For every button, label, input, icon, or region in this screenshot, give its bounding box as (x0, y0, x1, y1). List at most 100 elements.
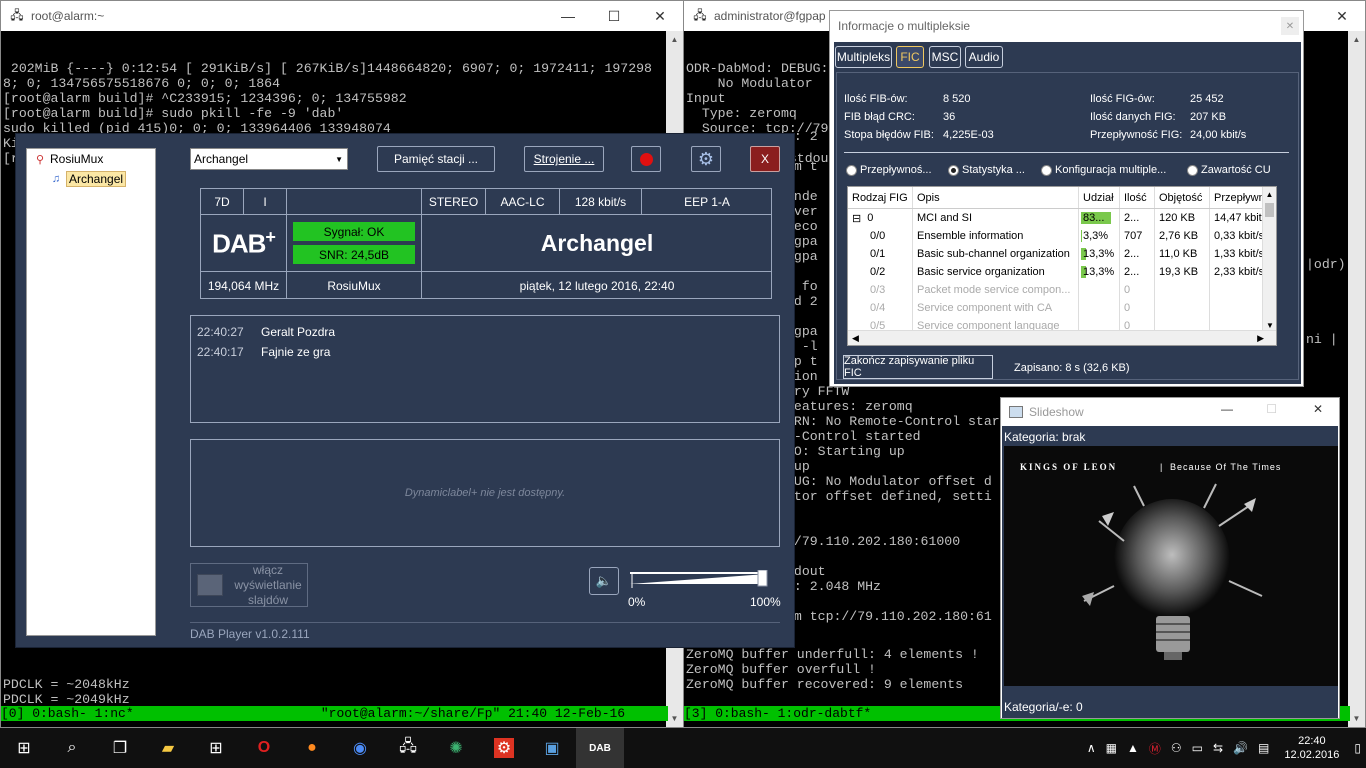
vol-cell: 11,0 KB (1155, 245, 1210, 263)
device-icon[interactable]: ▭ (1192, 741, 1203, 755)
settings-app-button[interactable]: ⚙ (480, 728, 528, 768)
radio-throughput[interactable]: Przepływnoś... (846, 164, 932, 176)
radio-statistics[interactable]: Statystyka ... (948, 164, 1025, 176)
text-fragment: ni | (1306, 332, 1338, 347)
stop-fic-recording-button[interactable]: Zakończ zapisywanie pliku FIC (843, 355, 993, 379)
radio-cu-content[interactable]: Zawartość CU (1187, 164, 1271, 176)
scroll-up-icon[interactable]: ▲ (1348, 31, 1365, 48)
putty-button[interactable]: 🖧 (384, 728, 432, 768)
opera-button[interactable]: O (240, 728, 288, 768)
tree-item-mux[interactable]: ⚲ RosiuMux (27, 149, 155, 169)
scroll-up-icon[interactable]: ▲ (1263, 187, 1276, 201)
minimize-button[interactable]: — (1221, 402, 1233, 416)
keyboard-icon[interactable]: ▤ (1258, 741, 1269, 755)
close-button[interactable]: X (750, 146, 780, 172)
collapse-icon[interactable]: ⊟ (852, 212, 861, 225)
firefox-button[interactable]: ● (288, 728, 336, 768)
radio-mux-config[interactable]: Konfiguracja multiple... (1041, 164, 1166, 176)
putty-icon: 🖧 (399, 737, 417, 755)
notifications-icon[interactable]: ▯ (1354, 741, 1361, 755)
table-row[interactable]: 0/1 Basic sub-channel organization 13,3% 2.… (848, 245, 1276, 263)
tab-msc[interactable]: MSC (929, 46, 961, 68)
app-tray-icon[interactable]: ▦ (1106, 741, 1117, 755)
tab-fic[interactable]: FIC (896, 46, 924, 68)
tab-audio[interactable]: Audio (965, 46, 1003, 68)
dynamic-label-history[interactable]: 22:40:27 Geralt Pozdra 22:40:17 Fajnie z… (190, 315, 780, 423)
title-bar[interactable]: 🖧 root@alarm:~ — ☐ ✕ (1, 1, 683, 31)
slideshow-icon (1009, 406, 1023, 418)
tuning-button[interactable]: Strojenie ... (524, 146, 604, 172)
button-label: włącz (252, 562, 283, 577)
tab-multiplex[interactable]: Multipleks (835, 46, 892, 68)
desc-cell: Basic service organization (913, 263, 1079, 281)
minimize-button[interactable]: — (545, 1, 591, 31)
search-button[interactable]: ⌕ (48, 728, 96, 768)
frequency: 194,064 MHz (201, 272, 287, 299)
scroll-down-icon[interactable]: ▼ (666, 710, 683, 727)
close-button[interactable]: ✕ (637, 1, 683, 31)
stat-label: Stopa błędów FIB: (844, 129, 934, 141)
file-explorer-button[interactable]: ▰ (144, 728, 192, 768)
mega-icon[interactable]: Ⓜ (1149, 740, 1161, 757)
clock[interactable]: 22:40 12.02.2016 (1284, 734, 1339, 762)
people-icon[interactable]: ⚇ (1171, 741, 1182, 755)
column-header[interactable]: Ilość (1120, 187, 1155, 208)
task-view-button[interactable]: ❐ (96, 728, 144, 768)
scroll-up-icon[interactable]: ▲ (666, 31, 683, 48)
radio-label: Statystyka ... (962, 164, 1025, 176)
column-header[interactable]: Przepływność (1210, 187, 1270, 208)
scroll-thumb[interactable] (1265, 203, 1274, 217)
maximize-button[interactable]: ☐ (1266, 402, 1277, 416)
terminal-line: ator offset defined, setti (786, 489, 992, 504)
antenna-icon: ⚲ (35, 153, 45, 166)
fig-table[interactable]: Rodzaj FIG Opis Udział Ilość Objętość Pr… (847, 186, 1277, 346)
close-button[interactable]: ✕ (1319, 1, 1365, 31)
slideshow-window[interactable]: Slideshow — ☐ ✕ Kategoria: brak KINGS OF… (1000, 397, 1340, 719)
station-tree[interactable]: ⚲ RosiuMux ♫ Archangel (26, 148, 156, 636)
column-header[interactable]: Opis (913, 187, 1079, 208)
tree-item-station[interactable]: ♫ Archangel (27, 169, 155, 189)
radio-label: Zawartość CU (1201, 164, 1271, 176)
volume-slider[interactable] (630, 569, 770, 588)
title-bar[interactable]: Informacje o multipleksie ✕ (830, 11, 1303, 41)
drive-icon[interactable]: ▲ (1127, 741, 1139, 755)
table-row[interactable]: 0/3 Packet mode service compon... 0 (848, 281, 1276, 299)
multiplex-info-window[interactable]: Informacje o multipleksie ✕ Multipleks F… (829, 10, 1304, 387)
chrome-button[interactable]: ◉ (336, 728, 384, 768)
table-vscroll[interactable]: ▲ ▼ (1262, 187, 1276, 332)
table-row[interactable]: 0/2 Basic service organization 13,3% 2... 19… (848, 263, 1276, 281)
table-hscroll[interactable]: ◀ ▶ (848, 330, 1276, 345)
dab-player-window[interactable]: ⚲ RosiuMux ♫ Archangel Archangel ▼ Pamię… (15, 133, 795, 648)
network-icon[interactable]: ⇆ (1213, 741, 1223, 755)
maximize-button[interactable]: ☐ (591, 1, 637, 31)
remote-desktop-button[interactable]: ▣ (528, 728, 576, 768)
share-bar (1081, 230, 1082, 242)
dab-player-taskbar-button[interactable]: DAB (576, 728, 624, 768)
count-cell: 0 (1120, 281, 1155, 299)
settings-button[interactable]: ⚙ (691, 146, 721, 172)
volume-icon[interactable]: 🔊 (1233, 741, 1248, 755)
column-header[interactable]: Rodzaj FIG (848, 187, 913, 208)
column-header[interactable]: Udział (1079, 187, 1120, 208)
scroll-right-icon[interactable]: ▶ (1257, 333, 1264, 344)
table-row[interactable]: 0/4 Service component with CA 0 (848, 299, 1276, 317)
close-button[interactable]: ✕ (1313, 402, 1323, 416)
start-button[interactable]: ⊞ (0, 728, 48, 768)
scroll-left-icon[interactable]: ◀ (852, 333, 859, 344)
scrollbar[interactable]: ▲ ▼ (1348, 31, 1365, 727)
network-app-button[interactable]: ✺ (432, 728, 480, 768)
station-select[interactable]: Archangel ▼ (190, 148, 348, 170)
close-button[interactable]: ✕ (1281, 17, 1299, 35)
column-header[interactable]: Objętość (1155, 187, 1210, 208)
record-button[interactable] (631, 146, 661, 172)
table-row[interactable]: 0/0 Ensemble information 3,3% 707 2,76 KB 0,3… (848, 227, 1276, 245)
store-button[interactable]: ⊞ (192, 728, 240, 768)
show-hidden-icons[interactable]: ∧ (1087, 741, 1096, 755)
station-name: Archangel (422, 215, 772, 272)
table-row[interactable]: ⊟ 0 MCI and SI 83... 2... 120 KB 14,47 kbit/s (848, 209, 1276, 227)
station-memory-button[interactable]: Pamięć stacji ... (377, 146, 495, 172)
enable-slideshow-button[interactable]: włącz wyświetlanie slajdów (190, 563, 308, 607)
speaker-button[interactable]: 🔈 (589, 567, 619, 595)
title-bar[interactable]: Slideshow — ☐ ✕ (1001, 398, 1339, 426)
scroll-down-icon[interactable]: ▼ (1348, 710, 1365, 727)
